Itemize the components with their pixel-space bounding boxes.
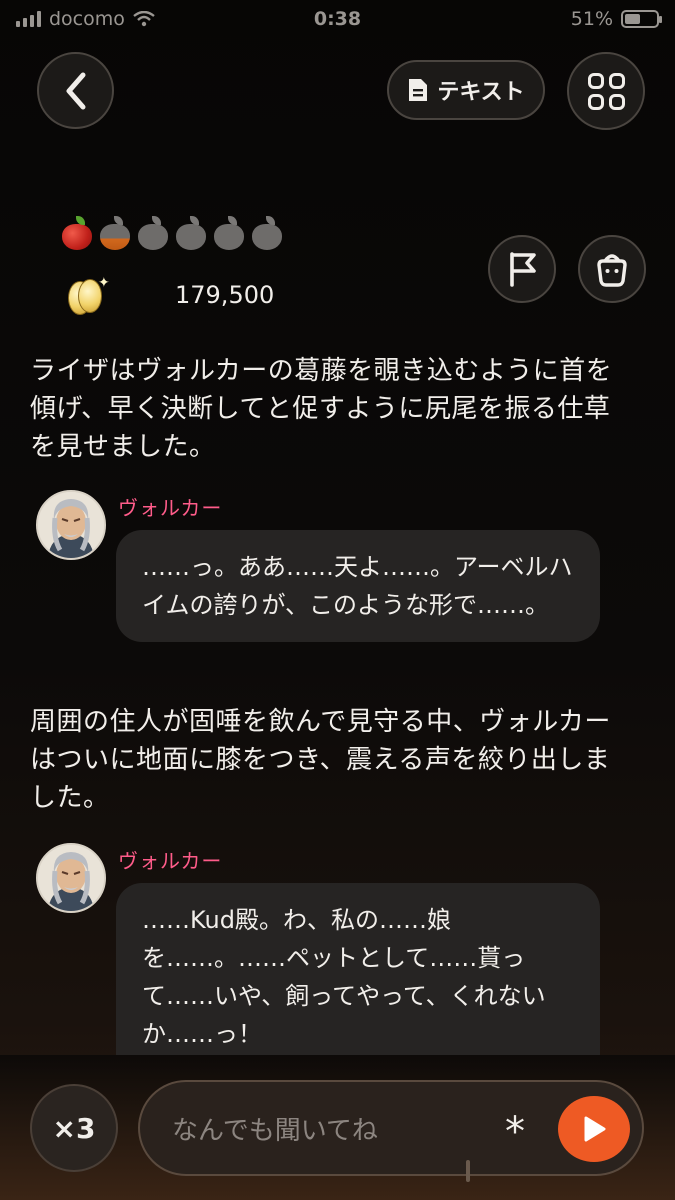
coin-icon: ✦ [64, 275, 114, 315]
dialogue-bubble: ……Kud殿。わ、私の……娘を……。……ペットとして……貰って……いや、飼ってや… [116, 883, 600, 1055]
flag-icon [510, 252, 536, 287]
bag-button[interactable] [578, 235, 646, 303]
send-button[interactable] [558, 1096, 630, 1162]
apple-meter [60, 216, 284, 252]
bag-icon [597, 254, 627, 287]
dialogue-bubble: ……っ。ああ……天よ……。アーベルハイムの誇りが、このような形で……。 [116, 530, 600, 642]
narration-text: ライザはヴォルカーの葛藤を覗き込むように首を傾げ、早く決断してと促すように尻尾を… [30, 356, 613, 462]
status-bar: docomo 0:38 51% [0, 0, 675, 38]
chat-screen: docomo 0:38 51% テキスト ✦ 179,500 ライザはヴォルカー… [0, 0, 675, 1200]
grid-menu-icon [587, 72, 625, 110]
play-icon [584, 1116, 606, 1142]
flag-button[interactable] [488, 235, 556, 303]
volker-portrait-icon [38, 845, 104, 911]
apple-empty-icon [136, 216, 170, 252]
apple-empty-icon [212, 216, 246, 252]
coin-amount: 179,500 [175, 281, 275, 309]
asterisk-button[interactable]: * [490, 1102, 540, 1158]
scroll-indicator [466, 1160, 470, 1182]
speed-button[interactable]: ×3 [30, 1084, 118, 1172]
menu-button[interactable] [567, 52, 645, 130]
battery-fill [625, 14, 641, 24]
volker-portrait-icon [38, 492, 104, 558]
back-button[interactable] [37, 52, 114, 129]
message-input[interactable] [170, 1110, 474, 1152]
narration-text: 周囲の住人が固唾を飲んで見守る中、ヴォルカーはついに地面に膝をつき、震える声を絞… [30, 707, 611, 813]
battery-icon [621, 10, 662, 28]
speaker-name: ヴォルカー [118, 849, 223, 873]
avatar [36, 490, 106, 560]
apple-empty-icon [250, 216, 284, 252]
avatar [36, 843, 106, 913]
text-mode-label: テキスト [437, 80, 525, 105]
battery-percent: 51% [570, 8, 613, 30]
text-mode-button[interactable]: テキスト [387, 60, 545, 120]
speaker-name: ヴォルカー [118, 496, 223, 520]
message-composer: * [138, 1080, 644, 1176]
apple-empty-icon [174, 216, 208, 252]
status-right: 51% [570, 8, 662, 30]
apple-full-icon [60, 216, 94, 252]
apple-partial-icon [98, 216, 132, 252]
chevron-left-icon [66, 72, 85, 109]
document-icon [409, 79, 428, 101]
